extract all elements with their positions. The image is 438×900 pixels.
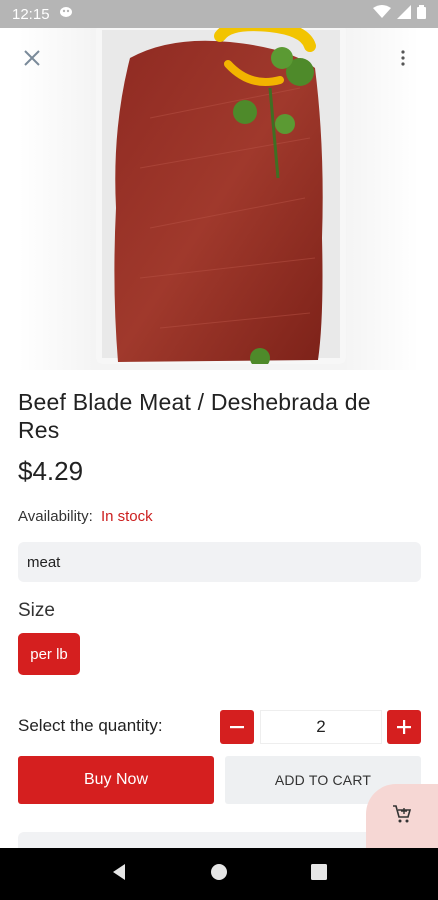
quantity-decrease-button[interactable] [220, 710, 254, 744]
availability-status: In stock [100, 508, 153, 525]
product-title: Beef Blade Meat / Deshebrada de Res [18, 389, 371, 443]
availability-label: Availability: [18, 508, 93, 525]
signal-icon [397, 4, 411, 24]
size-option-per-lb[interactable]: per lb [18, 633, 80, 675]
product-image [0, 28, 438, 370]
add-to-cart-label: ADD TO CART [274, 772, 372, 788]
product-detail-screen: 12:15 Beef Blade Meat / Deshebrada de Re… [0, 0, 438, 900]
battery-icon [417, 4, 426, 24]
cart-fab[interactable] [366, 784, 438, 848]
status-left: 12:15 [12, 5, 74, 23]
image-fade-left [0, 28, 95, 370]
more-vert-icon[interactable] [389, 44, 417, 72]
category-tag: meat [18, 542, 421, 582]
size-option-label: per lb [30, 645, 68, 663]
status-right [373, 4, 426, 24]
product-price: $4.29 [18, 456, 84, 486]
quantity-label: Select the quantity: [18, 716, 163, 735]
quantity-increase-button[interactable] [387, 710, 421, 744]
buy-now-label: Buy Now [83, 771, 149, 788]
nav-back-icon[interactable] [111, 863, 127, 886]
add-to-cart-icon [392, 804, 412, 829]
system-nav-bar [0, 848, 438, 900]
nav-recents-icon[interactable] [310, 863, 327, 885]
buy-now-button[interactable]: Buy Now [18, 756, 214, 804]
size-label: Size [18, 600, 55, 621]
notification-icon [58, 5, 74, 23]
image-fade-right [343, 28, 438, 370]
meat-image [114, 28, 323, 364]
availability: Availability: In stock [18, 508, 153, 525]
close-icon[interactable] [18, 44, 46, 72]
nav-home-icon[interactable] [210, 863, 228, 886]
status-time: 12:15 [12, 5, 50, 23]
wifi-icon [373, 4, 391, 24]
category-tag-label: meat [27, 553, 61, 571]
status-bar: 12:15 [0, 0, 438, 28]
quantity-value[interactable]: 2 [260, 710, 382, 744]
